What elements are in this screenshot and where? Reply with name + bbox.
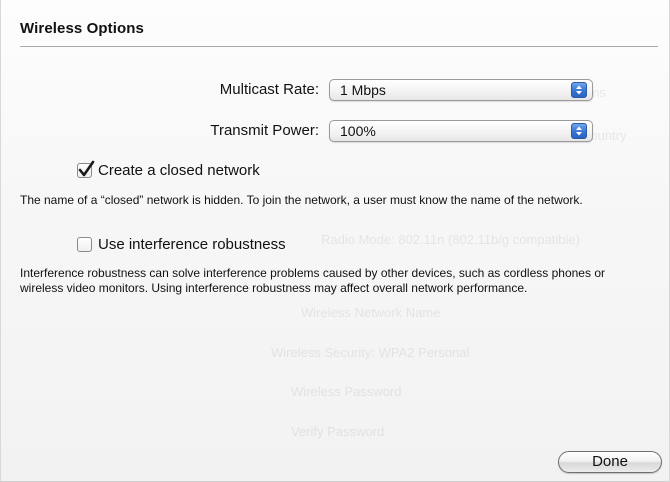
transmit-power-popup[interactable]: 100% <box>329 120 593 142</box>
sheet-title: Wireless Options <box>20 20 144 37</box>
checkmark-icon <box>78 160 95 177</box>
done-button[interactable]: Done <box>558 451 662 473</box>
closed-network-help-text: The name of a “closed” network is hidden… <box>20 193 583 207</box>
background-window-text: Wireless Network Name <box>301 305 441 320</box>
multicast-rate-value: 1 Mbps <box>340 82 386 98</box>
popup-arrows-icon <box>571 123 587 139</box>
interference-robustness-help-text: Interference robustness can solve interf… <box>20 266 605 295</box>
transmit-power-value: 100% <box>340 123 376 139</box>
interference-robustness-checkbox[interactable] <box>77 237 92 252</box>
closed-network-label: Create a closed network <box>98 162 260 179</box>
background-window-text: Verify Password <box>291 424 385 439</box>
background-window-text: Wireless Security: WPA2 Personal <box>271 345 470 360</box>
background-window-text: Wireless Password <box>291 384 402 399</box>
multicast-rate-popup[interactable]: 1 Mbps <box>329 79 593 101</box>
multicast-rate-label: Multicast Rate: <box>219 81 319 98</box>
wireless-options-sheet: Radio Mode: 802.11n (802.11b/g compatibl… <box>0 0 670 482</box>
closed-network-checkbox[interactable] <box>77 160 95 178</box>
title-divider <box>20 46 658 47</box>
closed-network-checkbox-row[interactable]: Create a closed network <box>77 160 260 179</box>
popup-arrows-icon <box>571 82 587 98</box>
interference-robustness-checkbox-row[interactable]: Use interference robustness <box>77 236 286 253</box>
transmit-power-label: Transmit Power: <box>210 122 319 139</box>
background-window-text: Radio Mode: 802.11n (802.11b/g compatibl… <box>321 232 580 247</box>
interference-robustness-label: Use interference robustness <box>98 236 286 253</box>
